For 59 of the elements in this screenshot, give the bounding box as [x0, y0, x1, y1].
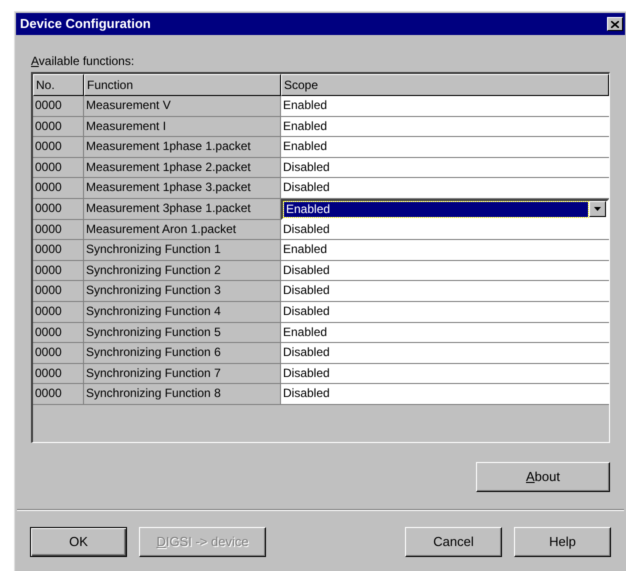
- window-title: Device Configuration: [20, 15, 151, 34]
- table-cell: 0000: [33, 137, 84, 158]
- close-button[interactable]: [607, 17, 623, 31]
- table-cell: Enabled: [281, 137, 609, 158]
- scope-dropdown[interactable]: Enabled: [281, 198, 609, 220]
- table-cell: Enabled: [281, 322, 609, 344]
- table-cell: Disabled: [281, 220, 609, 240]
- table-cell: 0000: [33, 364, 84, 384]
- table-cell: Disabled: [281, 158, 609, 178]
- table-cell: Measurement 1phase 1.packet: [84, 137, 281, 158]
- dialog-button[interactable]: About: [476, 462, 610, 492]
- dialog-button[interactable]: OK: [30, 527, 127, 557]
- table-cell: Measurement V: [84, 96, 281, 117]
- table-cell: 0000: [33, 220, 84, 240]
- table-cell: Disabled: [281, 281, 609, 302]
- column-header[interactable]: Function: [84, 74, 281, 96]
- table-cell: Disabled: [281, 178, 609, 199]
- dialog-button[interactable]: Cancel: [405, 527, 502, 557]
- table-cell: 0000: [33, 198, 84, 220]
- dropdown-arrow-button[interactable]: [589, 201, 606, 218]
- table-cell: 0000: [33, 178, 84, 199]
- caret-icon: [594, 207, 601, 212]
- table-cell: Enabled: [281, 240, 609, 261]
- table-cell: Synchronizing Function 8: [84, 384, 281, 405]
- table-cell: Disabled: [281, 260, 609, 282]
- table-cell: Measurement 1phase 2.packet: [84, 158, 281, 178]
- table-cell: Disabled: [281, 384, 609, 405]
- table-cell: Measurement Aron 1.packet: [84, 220, 281, 240]
- table-cell: Disabled: [281, 343, 609, 364]
- table-cell: Measurement 1phase 3.packet: [84, 178, 281, 199]
- table-cell: 0000: [33, 343, 84, 364]
- table-cell: Synchronizing Function 1: [84, 240, 281, 261]
- table-cell: Synchronizing Function 5: [84, 322, 281, 344]
- table-cell: 0000: [33, 240, 84, 261]
- table-cell: 0000: [33, 158, 84, 178]
- table-cell: 0000: [33, 116, 84, 138]
- close-icon: [611, 20, 619, 28]
- dialog-button[interactable]: Help: [514, 527, 611, 557]
- table-cell: Synchronizing Function 3: [84, 281, 281, 302]
- table-cell: Measurement 3phase 1.packet: [84, 198, 281, 220]
- table-cell: Synchronizing Function 6: [84, 343, 281, 364]
- table-cell: Synchronizing Function 4: [84, 302, 281, 323]
- table-cell: 0000: [33, 302, 84, 323]
- table-cell: Enabled: [281, 96, 609, 117]
- table-cell: Disabled: [281, 364, 609, 384]
- table-cell: 0000: [33, 260, 84, 282]
- column-header[interactable]: No.: [33, 74, 84, 96]
- table-cell: Synchronizing Function 7: [84, 364, 281, 384]
- table-cell: Measurement I: [84, 116, 281, 138]
- column-header[interactable]: Scope: [281, 74, 609, 96]
- table-cell: 0000: [33, 96, 84, 117]
- table-cell: 0000: [33, 281, 84, 302]
- table-cell: Enabled: [281, 116, 609, 138]
- table-cell: Disabled: [281, 302, 609, 323]
- table-cell: 0000: [33, 384, 84, 405]
- table-cell: 0000: [33, 322, 84, 344]
- functions-label: Available functions:: [31, 53, 136, 69]
- table-cell: Synchronizing Function 2: [84, 260, 281, 282]
- dropdown-value: Enabled: [284, 202, 588, 217]
